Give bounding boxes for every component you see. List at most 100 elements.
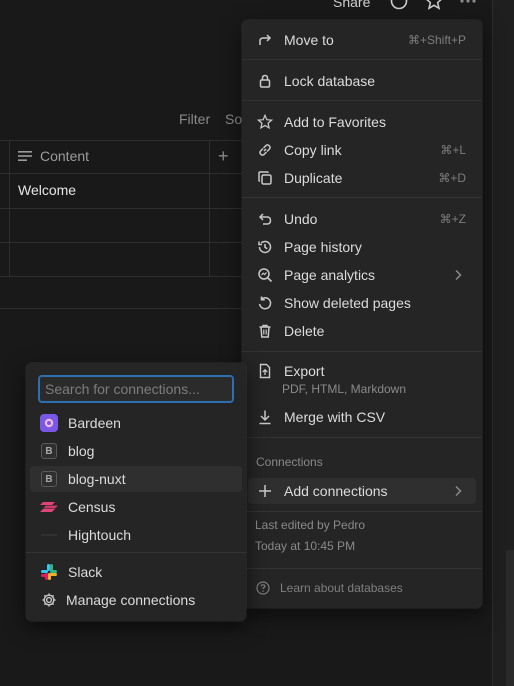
connection-label: Slack — [68, 564, 103, 580]
connection-label: Census — [68, 499, 116, 515]
table-border — [0, 242, 250, 243]
shortcut-label: ⌘+Shift+P — [407, 33, 466, 47]
connection-label: blog — [68, 443, 95, 459]
divider — [242, 437, 482, 438]
divider — [26, 552, 246, 553]
bardeen-icon — [40, 414, 58, 432]
duplicate-icon — [256, 169, 274, 187]
menu-item-label: Merge with CSV — [284, 409, 386, 425]
table-border — [0, 308, 250, 309]
share-button[interactable]: Share — [333, 0, 370, 10]
undo-icon — [256, 210, 274, 228]
manage-connections-label: Manage connections — [66, 592, 196, 608]
hightouch-icon — [40, 526, 58, 544]
connection-item-blog-nuxt[interactable]: B blog-nuxt — [30, 466, 242, 492]
table-border — [9, 140, 10, 276]
table-border — [209, 140, 210, 276]
menu-item-label: Show deleted pages — [284, 295, 411, 311]
menu-item-move-to[interactable]: Move to ⌘+Shift+P — [248, 27, 476, 53]
menu-item-label: Undo — [284, 211, 318, 227]
table-border — [0, 140, 250, 141]
gear-icon — [40, 591, 58, 609]
analytics-magnifier-icon — [256, 266, 274, 284]
b-letter-icon: B — [40, 442, 58, 460]
connection-item-blog[interactable]: B blog — [30, 438, 242, 464]
menu-item-page-history[interactable]: Page history — [248, 234, 476, 260]
connection-label: Hightouch — [68, 527, 132, 543]
menu-item-label: Delete — [284, 323, 325, 339]
menu-item-add-connections[interactable]: Add connections — [248, 478, 476, 504]
manage-connections-button[interactable]: Manage connections — [30, 587, 242, 613]
census-icon — [40, 498, 58, 516]
chevron-right-icon — [454, 269, 462, 281]
connections-search-input[interactable] — [38, 375, 234, 403]
connection-label: blog-nuxt — [68, 471, 126, 487]
sort-button[interactable]: So — [225, 111, 242, 127]
menu-item-merge-with-csv[interactable]: Merge with CSV — [248, 404, 476, 430]
plus-icon — [256, 482, 274, 500]
menu-item-copy-link[interactable]: Copy link ⌘+L — [248, 137, 476, 163]
menu-item-label: Page history — [284, 239, 362, 255]
menu-item-label: Move to — [284, 32, 334, 48]
divider — [242, 568, 482, 569]
connections-popover: Bardeen B blog B blog-nuxt Census Highto… — [26, 363, 246, 621]
table-cell[interactable]: Welcome — [18, 182, 76, 198]
trash-icon — [256, 322, 274, 340]
clock-icon[interactable] — [390, 0, 408, 10]
column-header-content[interactable]: Content — [18, 148, 89, 164]
menu-item-duplicate[interactable]: Duplicate ⌘+D — [248, 165, 476, 191]
menu-item-label: Export — [284, 363, 325, 379]
more-icon[interactable] — [459, 0, 477, 10]
connection-item-slack[interactable]: Slack — [30, 559, 242, 585]
table-border — [0, 208, 250, 209]
table-border — [0, 276, 250, 277]
b-letter-icon: B — [40, 470, 58, 488]
last-edited-time: Today at 10:45 PM — [255, 539, 356, 553]
table-border — [0, 173, 250, 174]
divider — [242, 59, 482, 60]
star-icon — [256, 113, 274, 131]
history-icon — [256, 238, 274, 256]
connection-item-bardeen[interactable]: Bardeen — [30, 410, 242, 436]
menu-item-label: Add connections — [284, 483, 388, 499]
link-icon — [256, 141, 274, 159]
menu-item-lock-database[interactable]: Lock database — [248, 68, 476, 94]
menu-item-show-deleted-pages[interactable]: Show deleted pages — [248, 290, 476, 316]
star-icon[interactable] — [425, 0, 443, 10]
export-file-icon — [256, 362, 274, 380]
divider — [242, 511, 482, 512]
menu-item-export[interactable]: Export — [248, 358, 476, 384]
menu-item-label: Add to Favorites — [284, 114, 386, 130]
text-lines-icon — [18, 150, 32, 162]
shortcut-label: ⌘+D — [438, 171, 466, 185]
scroll-area — [506, 550, 514, 686]
column-header-label: Content — [40, 148, 90, 164]
filter-button[interactable]: Filter — [179, 111, 210, 127]
menu-item-label: Copy link — [284, 142, 342, 158]
menu-item-label: Page analytics — [284, 267, 376, 283]
menu-item-label: Duplicate — [284, 170, 343, 186]
connection-item-census[interactable]: Census — [30, 494, 242, 520]
divider — [242, 197, 482, 198]
add-column-button[interactable]: + — [218, 146, 229, 167]
chevron-right-icon — [454, 485, 462, 497]
learn-about-databases-link[interactable]: Learn about databases — [256, 581, 403, 595]
menu-item-page-analytics[interactable]: Page analytics — [248, 262, 476, 288]
connections-section-heading: Connections — [256, 455, 323, 469]
menu-item-delete[interactable]: Delete — [248, 318, 476, 344]
menu-item-label: Lock database — [284, 73, 376, 89]
download-arrow-icon — [256, 408, 274, 426]
slack-icon — [40, 563, 58, 581]
menu-item-undo[interactable]: Undo ⌘+Z — [248, 206, 476, 232]
divider — [242, 100, 482, 101]
learn-label: Learn about databases — [280, 581, 403, 595]
shortcut-label: ⌘+L — [440, 143, 466, 157]
shortcut-label: ⌘+Z — [439, 212, 466, 226]
help-circle-icon — [256, 581, 270, 595]
restore-icon — [256, 294, 274, 312]
menu-item-add-to-favorites[interactable]: Add to Favorites — [248, 109, 476, 135]
last-edited-by: Last edited by Pedro — [255, 518, 366, 532]
database-options-menu: Move to ⌘+Shift+P Lock database Add to F… — [242, 20, 482, 608]
arrow-turn-right-icon — [256, 31, 274, 49]
connection-item-hightouch[interactable]: Hightouch — [30, 522, 242, 548]
